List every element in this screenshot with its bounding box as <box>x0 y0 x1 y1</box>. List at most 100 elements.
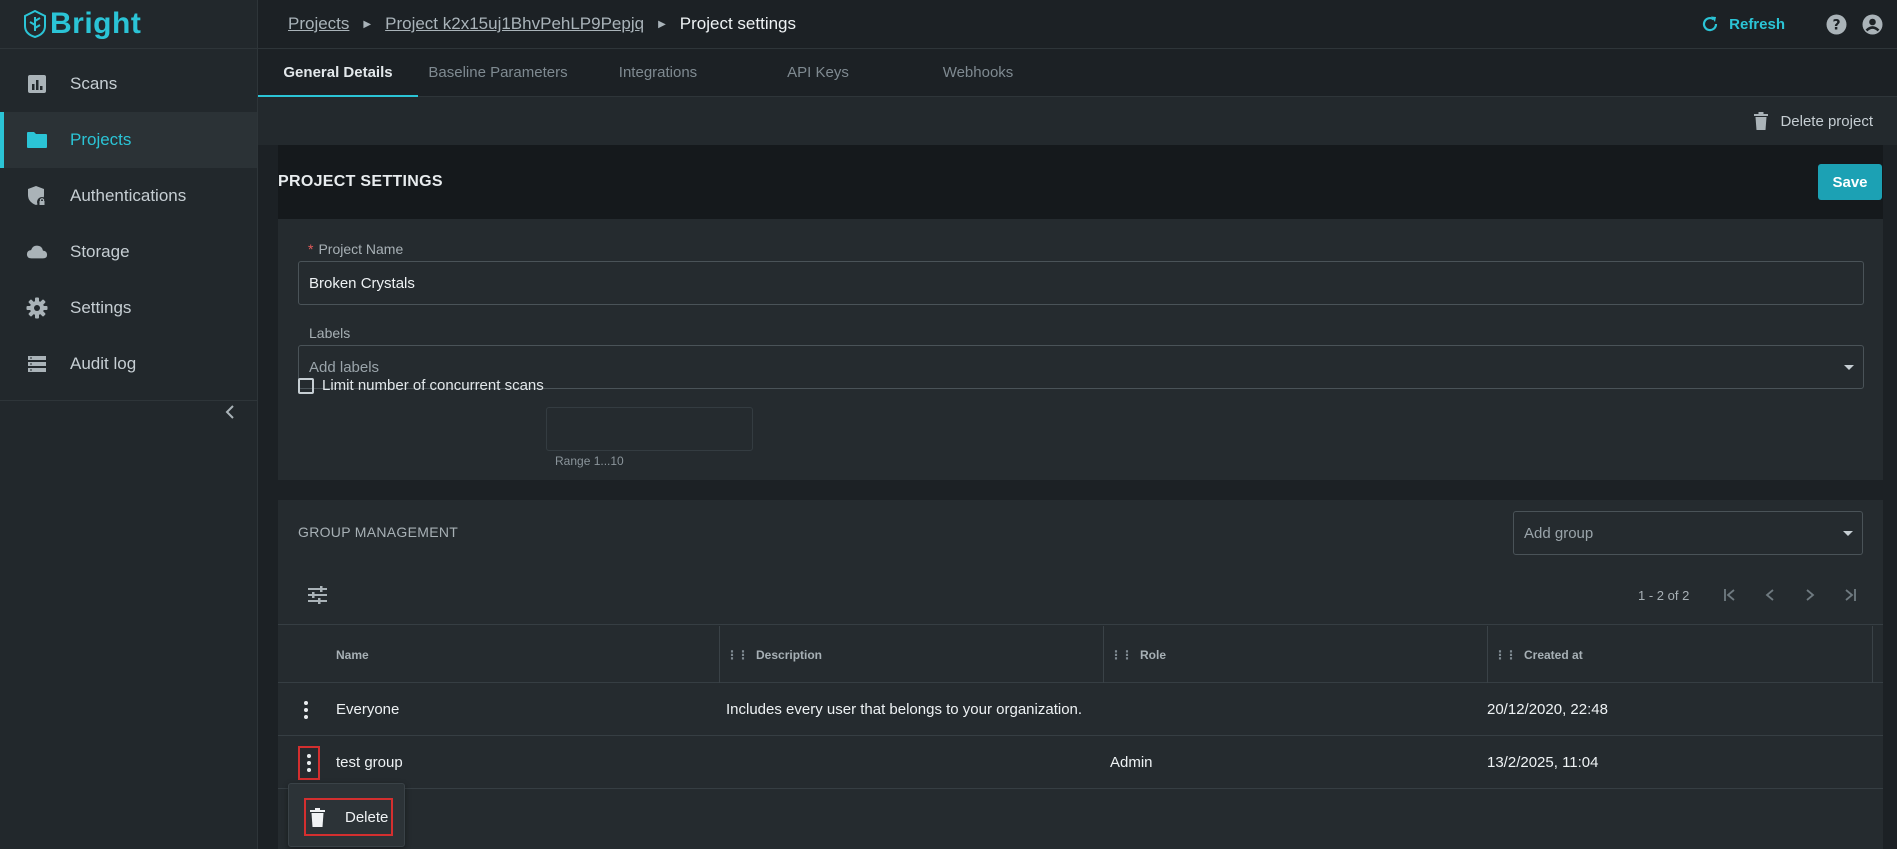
breadcrumb-separator-icon: ▶ <box>658 18 666 30</box>
previous-page-icon[interactable] <box>1759 584 1781 606</box>
delete-project-label: Delete project <box>1780 112 1873 130</box>
sidebar-item-label: Authentications <box>70 186 187 205</box>
first-page-icon[interactable] <box>1719 584 1741 606</box>
table-row: test group Admin 13/2/2025, 11:04 <box>278 736 1883 789</box>
breadcrumb-separator-icon: ▶ <box>363 18 372 30</box>
list-icon <box>26 353 48 375</box>
project-settings-header: PROJECT SETTINGS Save <box>278 145 1883 219</box>
cell-created-at: 20/12/2020, 22:48 <box>1487 701 1608 718</box>
project-name-label-text: Project Name <box>318 241 404 257</box>
dropdown-arrow-icon <box>1844 365 1854 370</box>
refresh-button[interactable]: Refresh <box>1701 15 1785 33</box>
folder-icon <box>26 129 48 151</box>
limit-concurrent-scans-checkbox[interactable]: Limit number of concurrent scans <box>298 377 544 394</box>
logo-text: Bright <box>50 7 142 40</box>
account-icon[interactable] <box>1861 13 1883 35</box>
settings-tabs: General Details Baseline Parameters Inte… <box>258 49 1897 97</box>
dropdown-arrow-icon <box>1843 531 1853 536</box>
cloud-icon <box>26 241 48 263</box>
last-page-icon[interactable] <box>1839 584 1861 606</box>
column-divider[interactable] <box>1487 626 1488 683</box>
sidebar-item-label: Storage <box>70 242 130 261</box>
sidebar-divider <box>0 400 257 401</box>
cell-created-at: 13/2/2025, 11:04 <box>1487 754 1599 771</box>
refresh-icon <box>1703 16 1718 32</box>
add-group-select[interactable]: Add group <box>1513 511 1863 555</box>
column-header-created-at[interactable]: ⋮⋮ Created at <box>1494 626 1583 683</box>
column-header-label: Created at <box>1524 647 1583 662</box>
sidebar-item-audit-log[interactable]: Audit log <box>0 336 257 392</box>
column-divider[interactable] <box>719 626 720 683</box>
table-toolbar: 1 - 2 of 2 <box>278 567 1883 625</box>
tab-integrations[interactable]: Integrations <box>578 49 738 96</box>
breadcrumb-projects-link[interactable]: Projects <box>288 14 349 34</box>
column-header-label: Role <box>1140 647 1167 662</box>
sidebar-item-label: Settings <box>70 298 132 317</box>
breadcrumb-project-link[interactable]: Project k2x15uj1BhvPehLP9Pepjq <box>385 14 644 34</box>
concurrent-scans-input[interactable] <box>546 407 753 451</box>
top-actions: Refresh ? <box>1701 13 1897 35</box>
delete-project-button[interactable]: Delete project <box>1754 112 1873 130</box>
column-divider[interactable] <box>1103 626 1104 683</box>
top-bar: Projects ▶ Project k2x15uj1BhvPehLP9Pepj… <box>258 0 1897 49</box>
refresh-label: Refresh <box>1729 15 1785 33</box>
column-header-role[interactable]: ⋮⋮ Role <box>1110 626 1166 683</box>
drag-handle-icon: ⋮⋮ <box>1110 647 1133 662</box>
column-header-description[interactable]: ⋮⋮ Description <box>726 626 822 683</box>
row-actions-icon[interactable] <box>297 695 315 725</box>
tab-general-details[interactable]: General Details <box>258 49 418 97</box>
checkbox-box <box>298 377 314 394</box>
drag-handle-icon: ⋮⋮ <box>726 647 749 662</box>
shield-lock-icon <box>26 185 48 207</box>
column-header-label: Description <box>756 647 823 662</box>
table-header: Name ⋮⋮ Description ⋮⋮ Role ⋮⋮ Created at <box>278 626 1883 683</box>
sidebar-nav: Scans Projects Authentications Storage S… <box>0 49 257 392</box>
trash-icon <box>310 807 325 827</box>
tab-webhooks[interactable]: Webhooks <box>898 49 1058 96</box>
sidebar-item-settings[interactable]: Settings <box>0 280 257 336</box>
cell-name: Everyone <box>336 701 400 718</box>
svg-text:?: ? <box>1832 17 1840 33</box>
column-header-name[interactable]: Name <box>336 626 369 683</box>
drag-handle-icon: ⋮⋮ <box>1494 647 1517 662</box>
group-management: GROUP MANAGEMENT Add group 1 - 2 of 2 Na… <box>278 500 1883 849</box>
sidebar-item-label: Scans <box>70 74 118 93</box>
action-strip: Delete project <box>258 97 1897 145</box>
pagination-range: 1 - 2 of 2 <box>1638 588 1690 603</box>
column-settings-icon[interactable] <box>308 586 327 609</box>
labels-label: Labels <box>309 325 351 341</box>
column-divider[interactable] <box>1872 626 1873 683</box>
sidebar-item-authentications[interactable]: Authentications <box>0 168 257 224</box>
cell-description: Includes every user that belongs to your… <box>726 701 1083 718</box>
sidebar: Bright Scans Projects Authentications St… <box>0 0 258 849</box>
gear-icon <box>26 297 48 319</box>
sidebar-item-storage[interactable]: Storage <box>0 224 257 280</box>
row-actions-icon[interactable] <box>298 746 320 780</box>
labels-placeholder: Add labels <box>309 358 380 376</box>
sidebar-item-label: Projects <box>70 130 132 149</box>
column-header-label: Name <box>336 647 369 662</box>
range-hint: Range 1...10 <box>555 454 624 468</box>
logo[interactable]: Bright <box>0 0 257 49</box>
cell-role: Admin <box>1110 754 1153 771</box>
delete-label: Delete <box>345 808 389 826</box>
save-button[interactable]: Save <box>1818 164 1882 200</box>
project-name-label: * Project Name <box>308 241 403 257</box>
bar-chart-icon <box>26 73 48 95</box>
cell-name: test group <box>336 754 403 771</box>
project-form: * Project Name Broken Crystals Labels Add… <box>278 219 1883 480</box>
help-icon[interactable]: ? <box>1825 13 1847 35</box>
breadcrumb: Projects ▶ Project k2x15uj1BhvPehLP9Pepj… <box>258 14 796 34</box>
delete-menu-item[interactable]: Delete <box>304 798 393 836</box>
bright-logo-icon <box>24 10 46 38</box>
project-name-input[interactable]: Broken Crystals <box>298 261 1864 305</box>
next-page-icon[interactable] <box>1799 584 1821 606</box>
table-row: Everyone Includes every user that belong… <box>278 683 1883 736</box>
trash-icon <box>1754 112 1769 130</box>
tab-baseline-parameters[interactable]: Baseline Parameters <box>418 49 578 96</box>
row-context-menu: Delete <box>288 783 405 847</box>
collapse-sidebar-button[interactable] <box>220 400 240 424</box>
sidebar-item-scans[interactable]: Scans <box>0 56 257 112</box>
tab-api-keys[interactable]: API Keys <box>738 49 898 96</box>
sidebar-item-projects[interactable]: Projects <box>0 112 257 168</box>
